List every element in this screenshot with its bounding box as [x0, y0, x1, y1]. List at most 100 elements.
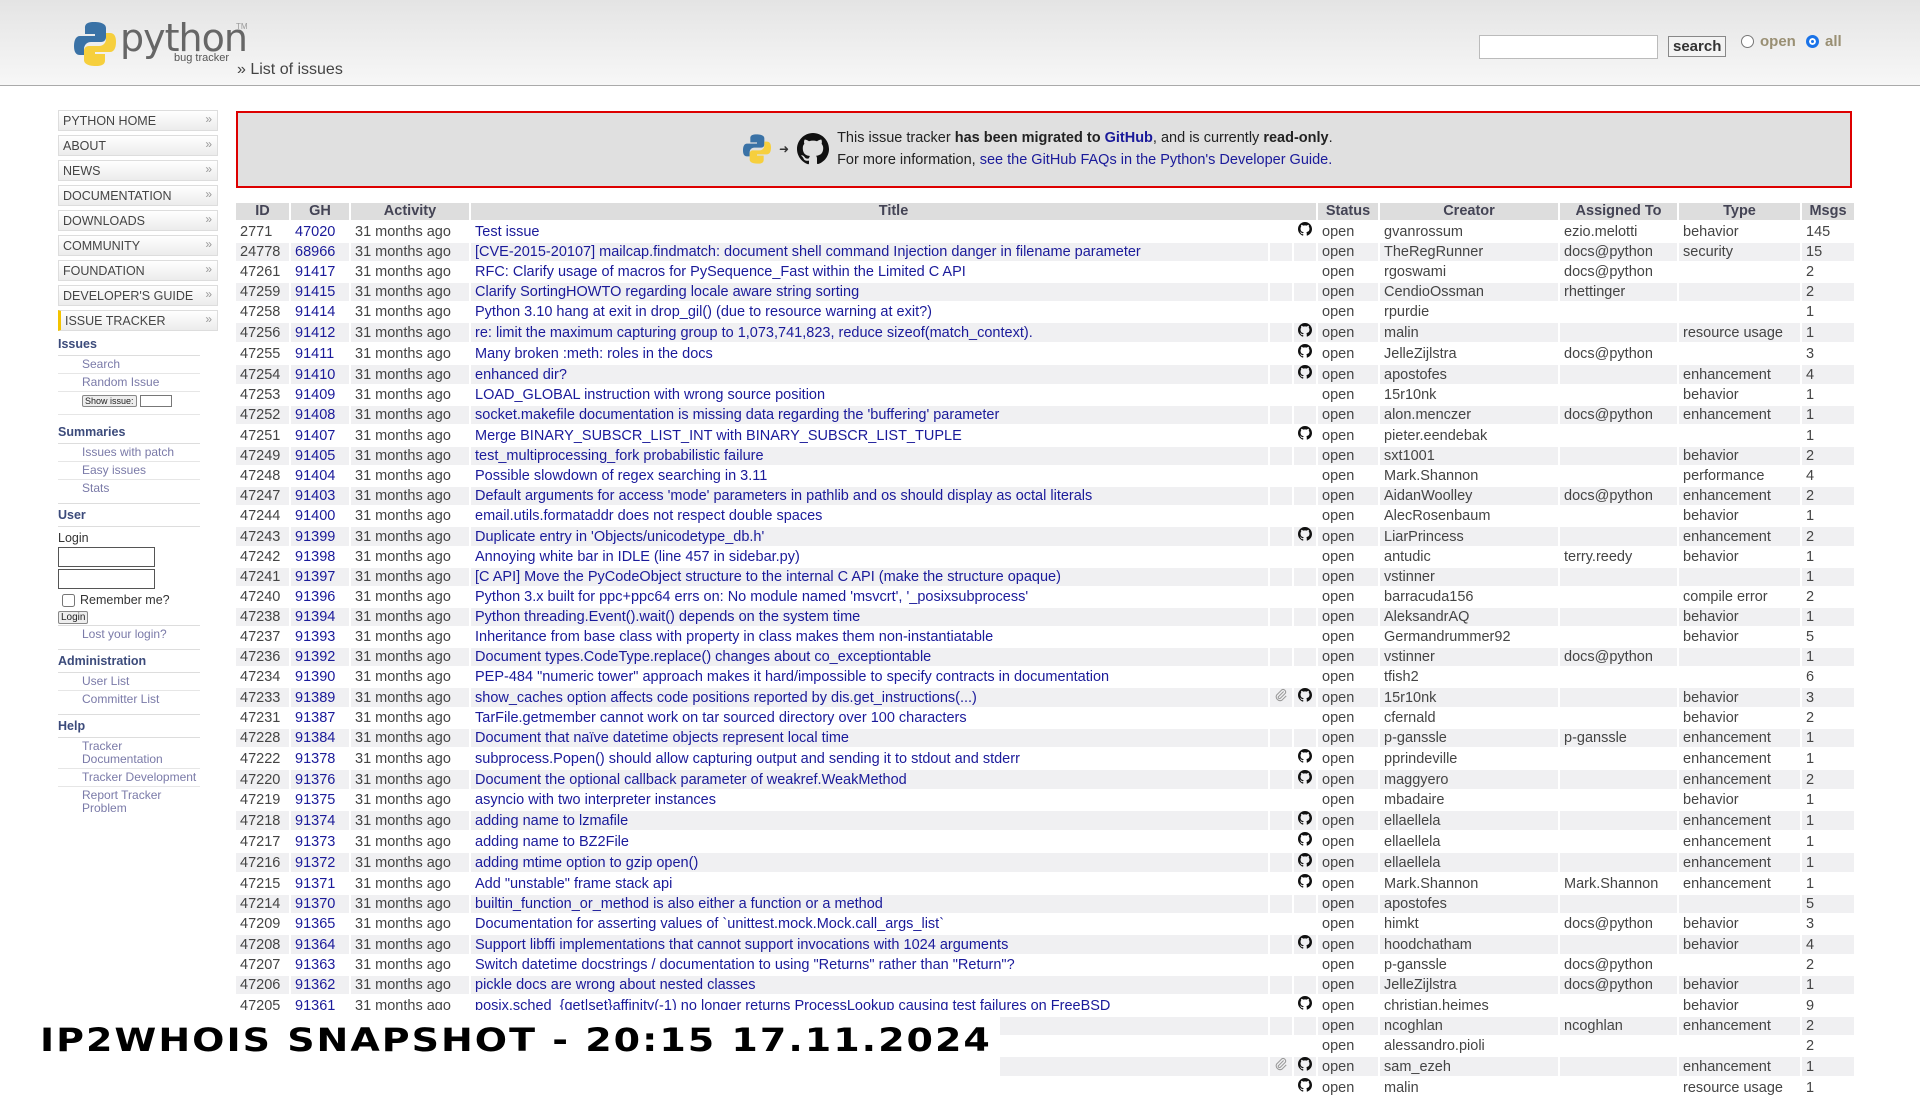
github-issue-link[interactable]: 91384 [291, 729, 349, 747]
tracker-documentation-link[interactable]: Tracker Documentation [58, 738, 200, 769]
github-issue-link[interactable]: 91392 [291, 648, 349, 666]
github-issue-link[interactable]: 91375 [291, 791, 349, 809]
radio-open-circle[interactable] [1741, 35, 1754, 48]
issue-title-link[interactable]: Document the optional callback parameter… [471, 770, 1268, 789]
github-issue-link[interactable]: 68966 [291, 243, 349, 261]
github-issue-link[interactable]: 91409 [291, 386, 349, 404]
sidebar-nav-item[interactable]: PYTHON HOME » [58, 110, 218, 131]
column-header-activity[interactable]: Activity [351, 203, 469, 220]
easy-issues-link[interactable]: Easy issues [58, 462, 200, 480]
issue-title-link[interactable]: Inheritance from base class with propert… [471, 628, 1268, 646]
tracker-development-link[interactable]: Tracker Development [58, 769, 200, 787]
github-issue-link[interactable]: 91394 [291, 608, 349, 626]
issue-title-link[interactable]: Clarify SortingHOWTO regarding locale aw… [471, 283, 1268, 301]
github-issue-link[interactable]: 91376 [291, 770, 349, 789]
github-issue-link[interactable]: 91397 [291, 568, 349, 586]
radio-all[interactable]: all [1806, 33, 1842, 50]
issue-title-link[interactable]: Python threading.Event().wait() depends … [471, 608, 1268, 626]
issue-title-link[interactable]: email.utils.formataddr does not respect … [471, 507, 1268, 525]
committer-list-link[interactable]: Committer List [58, 691, 200, 714]
github-issue-link[interactable]: 91363 [291, 956, 349, 974]
random-issue-link[interactable]: Random Issue [58, 374, 200, 392]
issue-title-link[interactable]: builtin_function_or_method is also eithe… [471, 895, 1268, 913]
issue-title-link[interactable]: socket.makefile documentation is missing… [471, 406, 1268, 424]
github-issue-link[interactable]: 91365 [291, 915, 349, 933]
issue-title-link[interactable]: Merge BINARY_SUBSCR_LIST_INT with BINARY… [471, 426, 1268, 445]
column-header-msgs[interactable]: Msgs [1802, 203, 1854, 220]
report-tracker-problem-link[interactable]: Report Tracker Problem [58, 787, 200, 817]
github-issue-link[interactable]: 91408 [291, 406, 349, 424]
github-issue-link[interactable]: 91405 [291, 447, 349, 465]
column-header-status[interactable]: Status [1318, 203, 1378, 220]
login-button[interactable]: Login [58, 611, 89, 624]
github-issue-link[interactable]: 91398 [291, 548, 349, 566]
github-issue-link[interactable]: 91362 [291, 976, 349, 994]
issues-with-patch-link[interactable]: Issues with patch [58, 444, 200, 462]
sidebar-nav-item[interactable]: NEWS » [58, 160, 218, 181]
sidebar-nav-item[interactable]: DOCUMENTATION » [58, 185, 218, 206]
python-logo[interactable]: python bug tracker TM [70, 16, 248, 71]
issue-title-link[interactable]: adding name to lzmafile [471, 811, 1268, 830]
column-header-gh[interactable]: GH [291, 203, 349, 220]
radio-open[interactable]: open [1741, 33, 1796, 50]
github-issue-link[interactable]: 91371 [291, 874, 349, 893]
issue-title-link[interactable]: Document that naïve datetime objects rep… [471, 729, 1268, 747]
github-issue-link[interactable]: 91378 [291, 749, 349, 768]
issue-title-link[interactable]: adding name to BZ2File [471, 832, 1268, 851]
issue-title-link[interactable]: Default arguments for access 'mode' para… [471, 487, 1268, 505]
github-issue-link[interactable]: 91389 [291, 688, 349, 707]
github-issue-link[interactable]: 91399 [291, 527, 349, 546]
github-issue-link[interactable]: 91404 [291, 467, 349, 485]
issue-title-link[interactable]: Python 3.10 hang at exit in drop_gil() (… [471, 303, 1268, 321]
column-header-title[interactable]: Title [471, 203, 1316, 220]
issue-title-link[interactable]: asyncio with two interpreter instances [471, 791, 1268, 809]
issue-title-link[interactable]: Annoying white bar in IDLE (line 457 in … [471, 548, 1268, 566]
issue-title-link[interactable]: adding mtime option to gzip open() [471, 853, 1268, 872]
issue-title-link[interactable]: Document types.CodeType.replace() change… [471, 648, 1268, 666]
github-issue-link[interactable]: 91414 [291, 303, 349, 321]
issue-title-link[interactable]: Possible slowdown of regex searching in … [471, 467, 1268, 485]
issue-title-link[interactable]: Add "unstable" frame stack api [471, 874, 1268, 893]
stats-link[interactable]: Stats [58, 480, 200, 503]
search-button[interactable]: search [1668, 36, 1727, 57]
show-issue-button[interactable]: Show issue: [82, 395, 137, 407]
issue-title-link[interactable]: TarFile.getmember cannot work on tar sou… [471, 709, 1268, 727]
issue-title-link[interactable]: subprocess.Popen() should allow capturin… [471, 749, 1268, 768]
github-issue-link[interactable]: 47020 [291, 222, 349, 241]
sidebar-nav-item[interactable]: DOWNLOADS » [58, 210, 218, 231]
show-issue-input[interactable] [139, 394, 172, 407]
sidebar-nav-item[interactable]: ISSUE TRACKER » [58, 310, 218, 331]
devguide-faq-link[interactable]: see the GitHub FAQs in the Python's Deve… [980, 152, 1333, 168]
github-issue-link[interactable]: 91364 [291, 935, 349, 954]
column-header-type[interactable]: Type [1679, 203, 1800, 220]
search-input[interactable] [1479, 35, 1658, 59]
remember-me-checkbox[interactable] [62, 593, 75, 607]
github-issue-link[interactable]: 91373 [291, 832, 349, 851]
github-issue-link[interactable]: 91403 [291, 487, 349, 505]
user-list-link[interactable]: User List [58, 673, 200, 691]
github-issue-link[interactable]: 91387 [291, 709, 349, 727]
github-issue-link[interactable]: 91407 [291, 426, 349, 445]
issue-title-link[interactable]: Python 3.x built for ppc+ppc64 errs on: … [471, 588, 1268, 606]
issue-title-link[interactable]: Support libffi implementations that cann… [471, 935, 1268, 954]
sidebar-nav-item[interactable]: COMMUNITY » [58, 235, 218, 256]
issue-title-link[interactable]: LOAD_GLOBAL instruction with wrong sourc… [471, 386, 1268, 404]
column-header-creator[interactable]: Creator [1380, 203, 1558, 220]
search-link[interactable]: Search [58, 356, 200, 374]
username-input[interactable] [58, 547, 155, 567]
issue-title-link[interactable]: PEP-484 "numeric tower" approach makes i… [471, 668, 1268, 686]
password-input[interactable] [58, 569, 155, 589]
issue-title-link[interactable]: Many broken :meth: roles in the docs [471, 344, 1268, 363]
sidebar-nav-item[interactable]: ABOUT » [58, 135, 218, 156]
radio-all-circle[interactable] [1806, 35, 1819, 48]
issue-title-link[interactable]: show_caches option affects code position… [471, 688, 1268, 707]
github-issue-link[interactable]: 91411 [291, 344, 349, 363]
issue-title-link[interactable]: Test issue [471, 222, 1268, 241]
github-issue-link[interactable] [291, 1078, 349, 1097]
github-issue-link[interactable]: 91417 [291, 263, 349, 281]
github-issue-link[interactable]: 91410 [291, 365, 349, 384]
sidebar-nav-item[interactable]: DEVELOPER'S GUIDE » [58, 285, 218, 306]
column-header-id[interactable]: ID [236, 203, 289, 220]
github-issue-link[interactable]: 91412 [291, 323, 349, 342]
issue-title-link[interactable] [471, 1078, 1268, 1097]
